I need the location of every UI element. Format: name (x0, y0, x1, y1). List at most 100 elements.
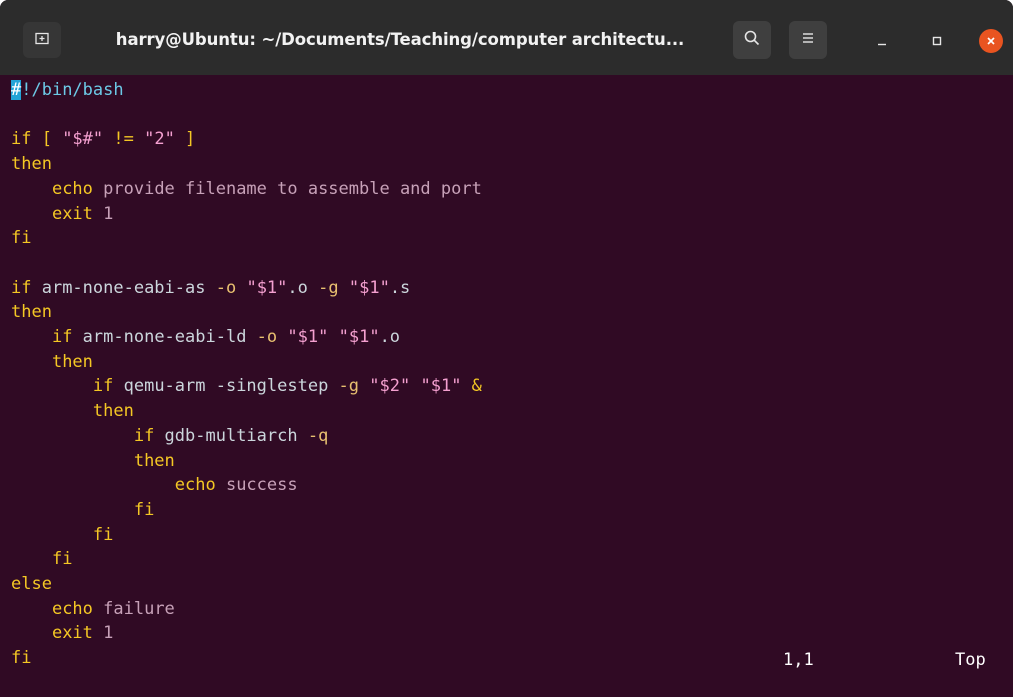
code-token: failure (92, 598, 175, 619)
code-token: arm-none-eabi-ld (82, 327, 257, 347)
code-token: "$1" (287, 327, 329, 347)
search-icon (743, 29, 761, 51)
new-tab-icon (34, 30, 50, 50)
code-line[interactable]: if [ "$#" != "2" ] (11, 127, 195, 151)
code-token: "2" (144, 129, 175, 150)
code-token: -g (318, 277, 339, 298)
code-token: then (92, 401, 134, 422)
code-token: qemu-arm -singlestep (123, 376, 339, 397)
code-line[interactable]: fi (11, 547, 72, 571)
close-button[interactable] (979, 29, 1003, 53)
code-token: then (11, 154, 52, 175)
code-line[interactable]: fi (11, 498, 154, 522)
code-token: != (103, 129, 145, 150)
code-token: then (51, 351, 93, 372)
code-token: & (461, 376, 482, 397)
code-token: "$#" (62, 129, 104, 150)
code-token: -q (307, 425, 329, 446)
code-line[interactable]: echo failure (11, 597, 175, 621)
terminal-text-area[interactable]: 1,1 Top #!/bin/bash if [ "$#" != "2" ] the… (0, 75, 1013, 697)
menu-button[interactable] (789, 21, 827, 59)
new-tab-button[interactable] (23, 22, 61, 58)
code-token: -g (338, 376, 360, 397)
code-token: "$1" (420, 376, 462, 397)
code-line[interactable]: then (11, 449, 175, 473)
code-line[interactable]: exit 1 (11, 202, 113, 226)
code-token: .s (389, 277, 411, 298)
code-line[interactable]: then (11, 399, 134, 423)
code-line[interactable]: if arm-none-eabi-ld -o "$1" "$1".o (11, 325, 400, 349)
code-line[interactable]: echo success (11, 473, 298, 497)
code-line[interactable]: fi (11, 646, 31, 670)
code-line[interactable]: echo provide filename to assemble and po… (11, 177, 482, 201)
code-token: success (215, 475, 298, 496)
search-button[interactable] (733, 21, 771, 59)
minimize-button[interactable] (870, 29, 894, 53)
code-token: then (133, 450, 175, 471)
code-token: fi (11, 228, 32, 249)
code-token: if (133, 425, 165, 446)
code-line[interactable]: else (11, 572, 52, 596)
code-token: "$1" (338, 327, 380, 347)
hamburger-menu-icon (800, 30, 816, 50)
code-token: fi (92, 524, 114, 545)
code-token: gdb-multiarch (164, 425, 308, 446)
maximize-button[interactable] (925, 29, 949, 53)
code-token: -o (256, 327, 278, 347)
code-token: echo (51, 178, 93, 199)
code-token: echo (174, 475, 216, 496)
code-token: .o (379, 327, 401, 347)
code-token: !/bin/bash (21, 80, 124, 100)
title-bar: harry@Ubuntu: ~/Documents/Teaching/compu… (0, 0, 1013, 75)
code-token: ] (174, 129, 196, 150)
code-line[interactable]: then (11, 152, 52, 176)
code-token: -o (215, 277, 237, 298)
code-line[interactable]: exit 1 (11, 621, 113, 645)
code-line[interactable]: then (11, 300, 52, 324)
minimize-icon (876, 32, 888, 51)
code-line[interactable]: fi (11, 523, 113, 547)
code-token: provide filename to assemble and port (92, 178, 482, 199)
code-line[interactable]: then (11, 350, 93, 374)
code-token: exit (51, 203, 93, 224)
code-token: echo (51, 598, 93, 619)
code-line[interactable]: if qemu-arm -singlestep -g "$2" "$1" & (11, 374, 482, 398)
code-token: exit (51, 623, 93, 644)
code-token: if (11, 277, 42, 298)
code-token: then (11, 302, 52, 323)
code-line[interactable]: #!/bin/bash (11, 78, 124, 102)
code-token: "$2" (369, 376, 411, 397)
code-token: if (92, 376, 124, 397)
close-icon (985, 32, 997, 51)
code-token: else (11, 574, 52, 594)
code-token: "$1" (246, 277, 288, 298)
code-token: "$1" (348, 277, 390, 298)
cursor-position: 1,1 (783, 650, 814, 670)
terminal-window: harry@Ubuntu: ~/Documents/Teaching/compu… (0, 0, 1013, 697)
code-line[interactable]: if gdb-multiarch -q (11, 424, 329, 448)
code-token: .o (287, 277, 319, 298)
code-line[interactable]: fi (11, 226, 31, 250)
window-title: harry@Ubuntu: ~/Documents/Teaching/compu… (115, 30, 685, 49)
code-token: if [ (11, 129, 63, 150)
code-line[interactable]: if arm-none-eabi-as -o "$1".o -g "$1".s (11, 276, 410, 300)
code-token: fi (133, 499, 155, 520)
